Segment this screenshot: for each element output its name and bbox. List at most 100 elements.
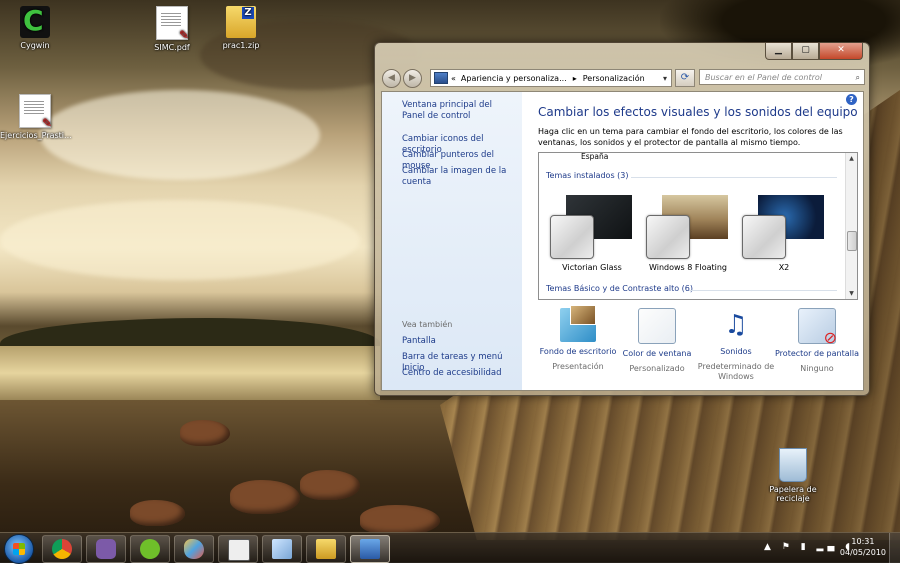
theme-x2[interactable]: X2	[738, 195, 830, 273]
taskbar: ▲ ⚑ ▮ ▂▄ ◖ 10:31 04/05/2010	[0, 532, 900, 564]
theme-color-swatch	[742, 215, 786, 259]
taskbar-chrome[interactable]	[42, 535, 82, 563]
forward-arrow-icon: ▶	[409, 73, 416, 83]
theme-list[interactable]: España Temas instalados (3) Victorian Gl…	[538, 152, 858, 300]
address-bar[interactable]: « Apariencia y personaliza... ▸ Personal…	[430, 69, 672, 87]
pdf-file-icon	[156, 6, 189, 42]
search-input[interactable]: Buscar en el Panel de control ⌕	[699, 69, 865, 85]
setting-value: Ninguno	[800, 364, 834, 373]
theme-label: X2	[778, 263, 790, 272]
setting-label[interactable]: Fondo de escritorio	[537, 347, 619, 356]
theme-color-swatch	[646, 215, 690, 259]
scrollbar-thumb[interactable]	[847, 231, 857, 251]
theme-label: Windows 8 Floating	[648, 263, 727, 272]
link-ease-of-access[interactable]: Centro de accesibilidad	[402, 368, 514, 379]
maximize-button[interactable]: ▢	[792, 43, 819, 60]
setting-label[interactable]: Protector de pantalla	[774, 349, 860, 358]
main-pane: Cambiar los efectos visuales y los sonid…	[537, 92, 860, 390]
close-button[interactable]: ✕	[819, 43, 863, 60]
taskbar-control-panel[interactable]	[350, 535, 390, 563]
forward-button[interactable]: ▶	[403, 69, 422, 88]
back-button[interactable]: ◀	[382, 69, 401, 88]
theme-name-partial[interactable]: España	[581, 153, 608, 161]
taskbar-window-switcher[interactable]	[262, 535, 302, 563]
scroll-down-icon[interactable]: ▼	[846, 288, 857, 299]
cygwin-icon	[20, 4, 50, 38]
left-task-pane: Ventana principal del Panel de control C…	[382, 92, 522, 390]
desktop-icon-recycle-bin[interactable]: Papelera de reciclaje	[758, 448, 828, 503]
control-panel-icon	[434, 72, 448, 84]
page-description: Haga clic en un tema para cambiar el fon…	[538, 127, 843, 147]
zip-folder-icon	[226, 6, 256, 38]
desktop-background-setting[interactable]: Fondo de escritorio Presentación	[537, 305, 619, 372]
page-title: Cambiar los efectos visuales y los sonid…	[538, 105, 858, 119]
setting-label[interactable]: Color de ventana	[616, 349, 698, 358]
caption-buttons: ▁ ▢ ✕	[765, 43, 863, 60]
breadcrumb-separator[interactable]: ▸	[573, 74, 577, 83]
window-color-setting[interactable]: Color de ventana Personalizado	[616, 308, 698, 374]
theme-label: Victorian Glass	[562, 263, 622, 272]
show-desktop-button[interactable]	[889, 533, 900, 563]
chevron-down-icon[interactable]: ▾	[659, 74, 671, 83]
folder-icon	[316, 539, 336, 559]
scroll-up-icon[interactable]: ▲	[846, 153, 857, 164]
theme-windows-8-floating[interactable]: Windows 8 Floating	[642, 195, 734, 273]
pdf-file-icon	[19, 94, 52, 130]
see-also-heading: Vea también	[402, 320, 453, 329]
sounds-setting[interactable]: ♫ Sonidos Predeterminado de Windows	[695, 308, 777, 382]
setting-value: Personalizado	[629, 364, 685, 373]
setting-value: Predeterminado de Windows	[697, 362, 775, 381]
desktop-icon-simc-pdf[interactable]: SIMC.pdf	[137, 6, 207, 52]
pidgin-icon	[96, 539, 116, 559]
link-change-account-picture[interactable]: Cambiar la imagen de la cuenta	[402, 166, 514, 188]
refresh-button[interactable]: ⟳	[675, 69, 695, 87]
desktop-icon-label: prac1.zip	[222, 41, 260, 50]
taskbar-pidgin[interactable]	[86, 535, 126, 563]
screensaver-icon	[798, 308, 837, 347]
spotify-icon	[140, 539, 160, 559]
window-color-icon	[638, 308, 676, 344]
theme-settings-row: Fondo de escritorio Presentación Color d…	[537, 305, 860, 388]
window-switcher-icon	[272, 539, 292, 559]
personalization-window: ▁ ▢ ✕ ◀ ▶ « Apariencia y personaliza... …	[374, 42, 870, 396]
sounds-icon: ♫	[724, 310, 748, 340]
desktop-icon-label: Ejercicios_Prasti...	[0, 131, 72, 140]
desktop-icon-prac1-zip[interactable]: prac1.zip	[206, 6, 276, 50]
window-content: Ventana principal del Panel de control C…	[381, 91, 864, 391]
wallpaper-icon	[560, 305, 596, 342]
start-button[interactable]	[4, 534, 34, 564]
setting-label[interactable]: Sonidos	[695, 347, 777, 356]
basic-themes-heading: Temas Básico y de Contraste alto (6)	[546, 284, 693, 293]
link-display[interactable]: Pantalla	[402, 336, 514, 347]
minimize-button[interactable]: ▁	[765, 43, 792, 60]
section-divider	[631, 177, 837, 178]
setting-value: Presentación	[552, 362, 604, 371]
search-placeholder: Buscar en el Panel de control	[705, 73, 823, 82]
refresh-icon: ⟳	[680, 72, 690, 83]
desktop-icon-ejercicios[interactable]: Ejercicios_Prasti...	[0, 94, 72, 140]
back-arrow-icon: ◀	[388, 73, 395, 83]
search-icon[interactable]: ⌕	[856, 70, 860, 86]
screensaver-setting[interactable]: Protector de pantalla Ninguno	[774, 308, 860, 374]
taskbar-calendar[interactable]	[218, 535, 258, 563]
clock[interactable]: 10:31 04/05/2010	[840, 536, 886, 558]
recycle-bin-icon	[779, 448, 807, 482]
desktop-icon-cygwin[interactable]: Cygwin	[0, 4, 70, 50]
theme-list-scrollbar[interactable]: ▲ ▼	[845, 153, 857, 299]
theme-color-swatch	[550, 215, 594, 259]
calendar-icon	[228, 539, 250, 561]
taskbar-spotify[interactable]	[130, 535, 170, 563]
link-control-panel-home[interactable]: Ventana principal del Panel de control	[402, 100, 514, 122]
installed-themes-heading: Temas instalados (3)	[546, 171, 629, 180]
chrome-icon	[52, 539, 72, 559]
taskbar-explorer[interactable]	[306, 535, 346, 563]
breadcrumb-appearance[interactable]: Apariencia y personaliza...	[461, 74, 567, 83]
address-overflow[interactable]: «	[451, 74, 456, 83]
desktop-icon-label: Papelera de reciclaje	[769, 485, 817, 503]
clock-time: 10:31	[851, 537, 875, 546]
theme-victorian-glass[interactable]: Victorian Glass	[546, 195, 638, 273]
desktop-icon-label: SIMC.pdf	[154, 43, 190, 52]
taskbar-paint[interactable]	[174, 535, 214, 563]
paint-palette-icon	[184, 539, 204, 559]
breadcrumb-personalization[interactable]: Personalización	[583, 74, 645, 83]
